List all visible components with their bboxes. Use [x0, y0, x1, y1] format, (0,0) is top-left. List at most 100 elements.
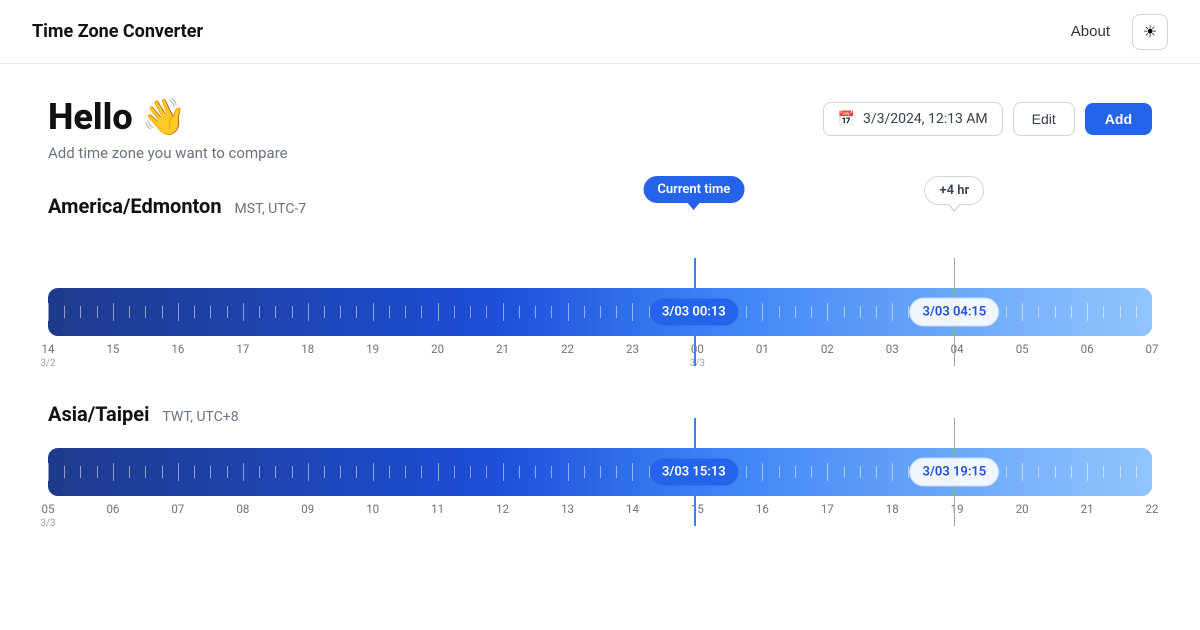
- tick-mark: [584, 466, 585, 478]
- timezone-abbr-taipei: TWT, UTC+8: [162, 409, 238, 425]
- tick-mark: [454, 306, 455, 318]
- tick-mark: [876, 306, 877, 318]
- tick-mark: [308, 463, 309, 481]
- tick-mark: [292, 466, 293, 478]
- hour-label: 17: [821, 502, 834, 517]
- timezone-abbr-edmonton: MST, UTC-7: [235, 201, 307, 217]
- hour-label: 13: [561, 502, 574, 517]
- tick-mark: [48, 463, 49, 481]
- theme-toggle-button[interactable]: ☀: [1132, 14, 1168, 50]
- tick-mark: [827, 463, 828, 481]
- hour-label: 04: [951, 342, 964, 357]
- tick-mark: [389, 306, 390, 318]
- timezone-section-edmonton: America/Edmonton MST, UTC-7 Current time…: [48, 194, 1152, 374]
- tick-mark: [80, 466, 81, 478]
- tick-mark: [486, 306, 487, 318]
- tick-mark: [616, 466, 617, 478]
- tick-mark: [600, 466, 601, 478]
- hour-label: 06: [106, 502, 119, 517]
- hour-label: 15: [691, 502, 704, 517]
- tick-mark: [227, 466, 228, 478]
- tick-mark: [275, 466, 276, 478]
- tick-mark: [129, 466, 130, 478]
- tick-mark: [454, 466, 455, 478]
- tick-mark: [48, 303, 49, 321]
- tick-mark: [1103, 306, 1104, 318]
- tick-mark: [1055, 306, 1056, 318]
- hour-label: 22: [561, 342, 574, 357]
- tick-mark: [1022, 463, 1023, 481]
- tick-mark: [145, 306, 146, 318]
- hour-label: 003/3: [690, 342, 705, 370]
- hour-label: 16: [171, 342, 184, 357]
- timezone-section-taipei: Asia/Taipei TWT, UTC+8 3/03 15:13 3/03 1…: [48, 402, 1152, 534]
- tick-mark: [405, 306, 406, 318]
- timeline-bar-taipei[interactable]: 3/03 15:13 3/03 19:15: [48, 448, 1152, 496]
- hour-label: 21: [496, 342, 509, 357]
- tick-mark: [1055, 466, 1056, 478]
- hour-label: 18: [886, 502, 899, 517]
- tick-mark: [616, 306, 617, 318]
- tick-mark: [860, 306, 861, 318]
- hour-label: 20: [431, 342, 444, 357]
- tick-mark: [324, 306, 325, 318]
- tick-mark: [113, 463, 114, 481]
- app-header: Time Zone Converter About ☀: [0, 0, 1200, 64]
- tick-mark: [356, 306, 357, 318]
- tick-mark: [356, 466, 357, 478]
- hour-label: 143/2: [40, 342, 55, 370]
- hour-label: 23: [626, 342, 639, 357]
- tick-mark: [113, 303, 114, 321]
- tick-mark: [162, 306, 163, 318]
- edit-button[interactable]: Edit: [1013, 102, 1075, 136]
- callout-hover-offset: +4 hr: [925, 176, 985, 205]
- tick-mark: [194, 466, 195, 478]
- timeline-wrapper-edmonton[interactable]: Current time +4 hr 3/03 00:13 3/03 04:15…: [48, 228, 1152, 374]
- hover-time-bubble-edmonton: 3/03 04:15: [910, 298, 1000, 327]
- timezone-name-edmonton: America/Edmonton MST, UTC-7: [48, 194, 1152, 218]
- hero-subtitle: Add time zone you want to compare: [48, 144, 288, 162]
- tick-mark: [373, 303, 374, 321]
- date-display: 📅 3/3/2024, 12:13 AM: [823, 102, 1003, 136]
- greeting-title: Hello 👋: [48, 96, 288, 138]
- tick-mark: [1087, 463, 1088, 481]
- hour-label: 21: [1081, 502, 1094, 517]
- hour-label: 17: [236, 342, 249, 357]
- add-button[interactable]: Add: [1085, 103, 1152, 135]
- calendar-icon: 📅: [838, 111, 855, 127]
- tick-mark: [811, 466, 812, 478]
- tick-mark: [80, 306, 81, 318]
- tick-mark: [503, 463, 504, 481]
- date-value: 3/3/2024, 12:13 AM: [863, 111, 988, 127]
- tick-mark: [97, 466, 98, 478]
- tick-mark: [64, 466, 65, 478]
- tick-mark: [210, 466, 211, 478]
- tick-mark: [389, 466, 390, 478]
- tick-mark: [438, 303, 439, 321]
- tick-mark: [746, 466, 747, 478]
- tick-mark: [405, 466, 406, 478]
- hover-time-bubble-taipei: 3/03 19:15: [910, 458, 1000, 487]
- hour-label: 14: [626, 502, 639, 517]
- tick-mark: [324, 466, 325, 478]
- hour-label: 19: [366, 342, 379, 357]
- tick-mark: [162, 466, 163, 478]
- tick-mark: [275, 306, 276, 318]
- hour-label: 11: [431, 502, 444, 517]
- tick-mark: [1152, 303, 1153, 321]
- hour-labels-taipei: 053/30607080910111213141516171819202122: [48, 502, 1152, 534]
- hour-label: 16: [756, 502, 769, 517]
- tick-mark: [1136, 466, 1137, 478]
- tick-mark: [340, 466, 341, 478]
- timeline-wrapper-taipei[interactable]: 3/03 15:13 3/03 19:15 053/30607080910111…: [48, 436, 1152, 534]
- tick-mark: [632, 303, 633, 321]
- about-button[interactable]: About: [1061, 17, 1120, 46]
- tick-mark: [194, 306, 195, 318]
- tick-mark: [795, 466, 796, 478]
- tick-mark: [438, 463, 439, 481]
- timezone-name-taipei: Asia/Taipei TWT, UTC+8: [48, 402, 1152, 426]
- tick-mark: [1038, 306, 1039, 318]
- tick-mark: [632, 463, 633, 481]
- hour-label: 01: [756, 342, 769, 357]
- timeline-bar-edmonton[interactable]: 3/03 00:13 3/03 04:15: [48, 288, 1152, 336]
